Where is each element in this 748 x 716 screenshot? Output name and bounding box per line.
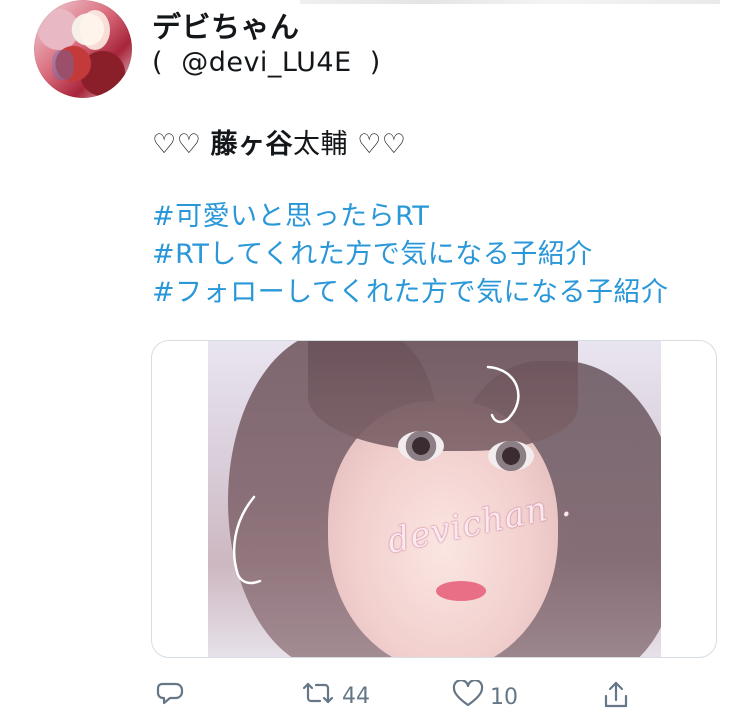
display-name[interactable]: デビちゃん — [152, 4, 300, 46]
like-count: 10 — [490, 684, 518, 710]
reply-icon — [156, 680, 184, 712]
tweet-text-rest: 太輔 ♡♡ — [293, 129, 407, 160]
photo-eye-right — [488, 441, 534, 471]
retweet-icon — [300, 680, 336, 712]
photo-eye-left — [398, 431, 444, 461]
photo-lips — [436, 581, 486, 601]
avatar-highlight — [80, 10, 110, 50]
hashtag-link[interactable]: #RTしてくれた方で気になる子紹介 — [152, 236, 669, 274]
clipped-header — [300, 0, 720, 4]
action-bar: 44 10 — [0, 679, 748, 714]
share-icon — [602, 680, 630, 716]
user-handle[interactable]: ( @devi_LU4E ) — [152, 47, 381, 78]
hashtag-link[interactable]: #フォローしてくれた方で気になる子紹介 — [152, 274, 669, 312]
avatar[interactable] — [34, 0, 132, 98]
tweet-text: ♡♡ 藤ヶ谷太輔 ♡♡ — [152, 122, 407, 161]
tweet-text-prefix: ♡♡ — [152, 129, 211, 160]
reply-button[interactable] — [156, 680, 184, 712]
hashtag-link[interactable]: #可愛いと思ったらRT — [152, 198, 669, 236]
avatar-accent — [52, 50, 74, 80]
media-card[interactable]: devichan . — [151, 340, 717, 658]
tweet-photo[interactable]: devichan . — [208, 341, 661, 657]
retweet-count: 44 — [342, 683, 370, 709]
hashtag-list: #可愛いと思ったらRT #RTしてくれた方で気になる子紹介 #フォローしてくれた… — [152, 198, 669, 312]
scribble-left — [232, 495, 262, 585]
share-button[interactable] — [602, 680, 630, 716]
scribble-top-right — [486, 365, 520, 424]
like-button[interactable]: 10 — [452, 679, 518, 714]
tweet-text-bold: 藤ヶ谷 — [210, 129, 293, 160]
heart-icon — [452, 679, 484, 714]
retweet-button[interactable]: 44 — [300, 680, 370, 712]
